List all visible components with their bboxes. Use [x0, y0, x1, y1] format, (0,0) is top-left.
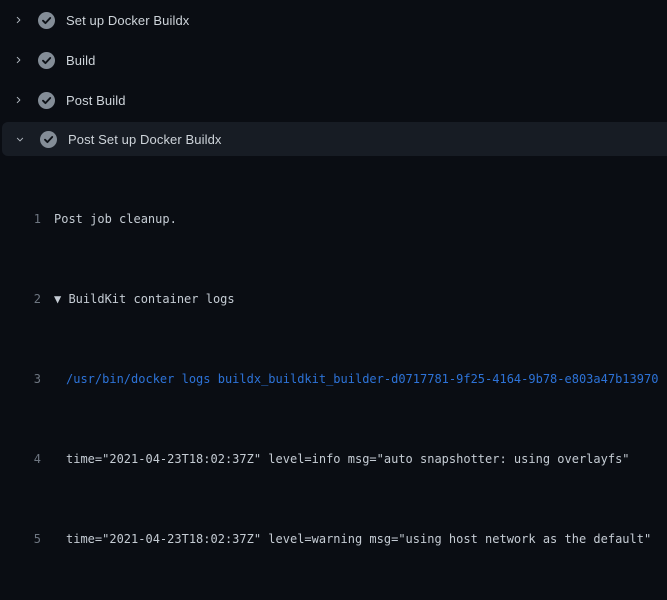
log-viewer: 1 Post job cleanup. 2 ▼ BuildKit container…: [0, 156, 667, 600]
check-circle-icon: [38, 92, 55, 109]
chevron-right-icon[interactable]: [12, 12, 24, 28]
log-line: 1 Post job cleanup.: [0, 209, 667, 229]
steps-list: Set up Docker Buildx Build P: [0, 0, 667, 156]
step-label: Post Set up Docker Buildx: [68, 132, 222, 147]
log-command-text: /usr/bin/docker logs buildx_buildkit_bui…: [66, 372, 658, 386]
chevron-down-icon[interactable]: [14, 131, 26, 147]
log-line: 5 time="2021-04-23T18:02:37Z" level=warni…: [0, 529, 667, 549]
check-circle-icon: [40, 131, 57, 148]
log-line-number[interactable]: 4: [0, 449, 41, 469]
log-line-number[interactable]: 2: [0, 289, 41, 309]
chevron-right-icon[interactable]: [12, 52, 24, 68]
step-label: Build: [66, 53, 95, 68]
step-row-set-up-docker-buildx[interactable]: Set up Docker Buildx: [0, 0, 667, 40]
step-row-build[interactable]: Build: [0, 40, 667, 80]
step-row-post-build[interactable]: Post Build: [0, 80, 667, 120]
log-group-toggle[interactable]: ▼ BuildKit container logs: [54, 292, 235, 306]
step-label: Set up Docker Buildx: [66, 13, 189, 28]
log-line-number[interactable]: 5: [0, 529, 41, 549]
chevron-right-icon[interactable]: [12, 92, 24, 108]
log-line-text: time="2021-04-23T18:02:37Z" level=info m…: [66, 452, 630, 466]
log-line: 4 time="2021-04-23T18:02:37Z" level=info …: [0, 449, 667, 469]
check-circle-icon: [38, 52, 55, 69]
check-circle-icon: [38, 12, 55, 29]
log-line-text: time="2021-04-23T18:02:37Z" level=warnin…: [66, 532, 651, 546]
log-line: 3/usr/bin/docker logs buildx_buildkit_bu…: [0, 369, 667, 389]
step-row-post-set-up-docker-buildx[interactable]: Post Set up Docker Buildx: [2, 122, 667, 156]
log-line-number[interactable]: 1: [0, 209, 41, 229]
log-line: 2 ▼ BuildKit container logs: [0, 289, 667, 309]
log-line-text: Post job cleanup.: [54, 212, 177, 226]
step-label: Post Build: [66, 93, 126, 108]
log-line-number[interactable]: 3: [0, 369, 41, 389]
